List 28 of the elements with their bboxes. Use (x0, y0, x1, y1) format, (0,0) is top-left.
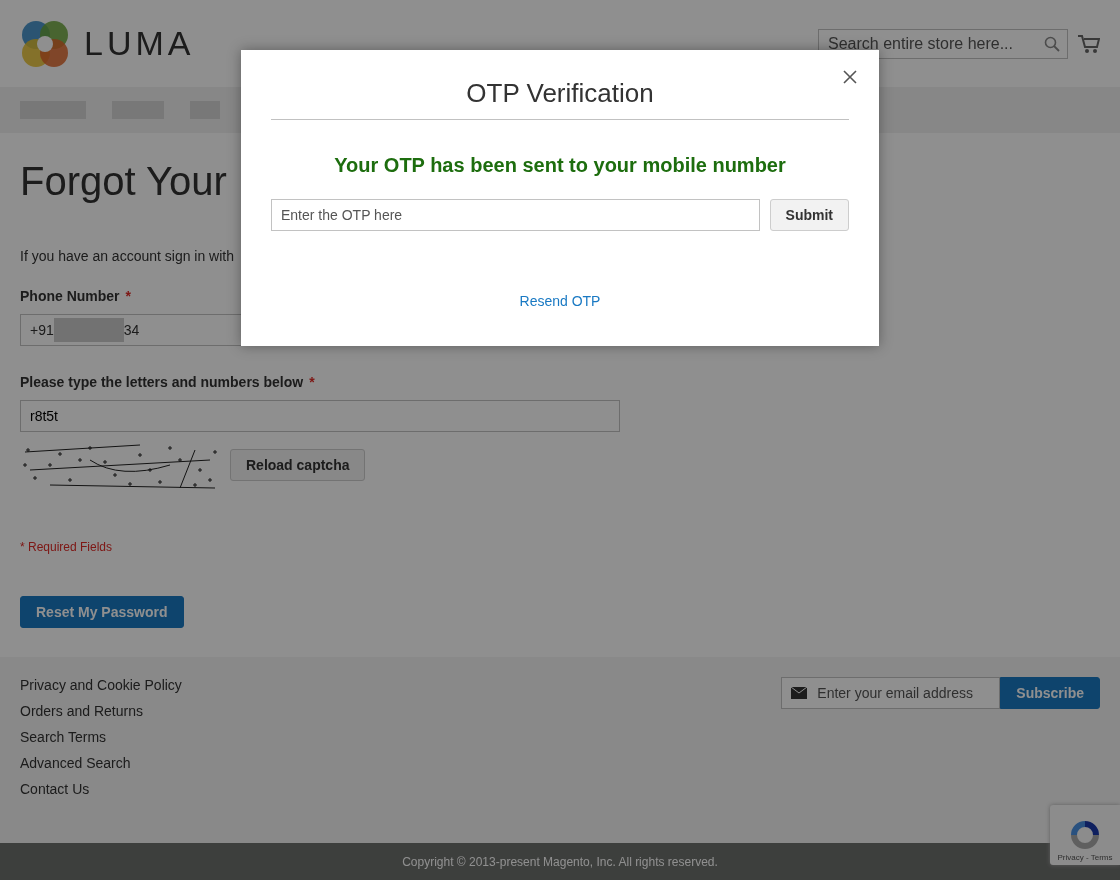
footer-link[interactable]: Advanced Search (20, 755, 182, 771)
resend-otp-link[interactable]: Resend OTP (519, 293, 601, 309)
reload-captcha-button[interactable]: Reload captcha (230, 449, 366, 481)
captcha-field[interactable]: r8t5t (20, 400, 620, 432)
logo-icon (20, 18, 70, 69)
field-label: Please type the letters and numbers below * (20, 374, 315, 390)
modal-title: OTP Verification (466, 78, 654, 109)
field-label: Phone Number * (20, 288, 132, 304)
footer-link[interactable]: Privacy and Cookie Policy (20, 677, 182, 693)
intro-text: If you have an account sign in with (20, 248, 235, 264)
search-icon (1044, 35, 1060, 52)
envelope-icon (791, 687, 808, 699)
otp-sent-message: Your OTP has been sent to your mobile number (333, 154, 787, 177)
footer-link[interactable]: Orders and Returns (20, 703, 182, 719)
reset-password-button[interactable]: Reset My Password (20, 596, 184, 628)
footer-link[interactable]: Contact Us (20, 781, 182, 797)
logo-text: LUMA (84, 24, 195, 63)
required-note: * Required Fields (20, 540, 114, 554)
close-icon (843, 70, 857, 84)
search-field[interactable]: Search entire store here... (818, 28, 1068, 59)
footer-link[interactable]: Search Terms (20, 729, 182, 745)
submit-button[interactable]: Submit (769, 199, 849, 231)
otp-field[interactable]: Enter the OTP here (271, 199, 760, 231)
email-field[interactable]: Enter your email address (781, 677, 1001, 709)
page-title: Forgot Your (20, 159, 227, 204)
recaptcha-links[interactable]: Privacy - Terms (1057, 853, 1113, 862)
subscribe-button[interactable]: Subscribe (1000, 677, 1100, 709)
cart-icon[interactable] (1078, 33, 1100, 54)
